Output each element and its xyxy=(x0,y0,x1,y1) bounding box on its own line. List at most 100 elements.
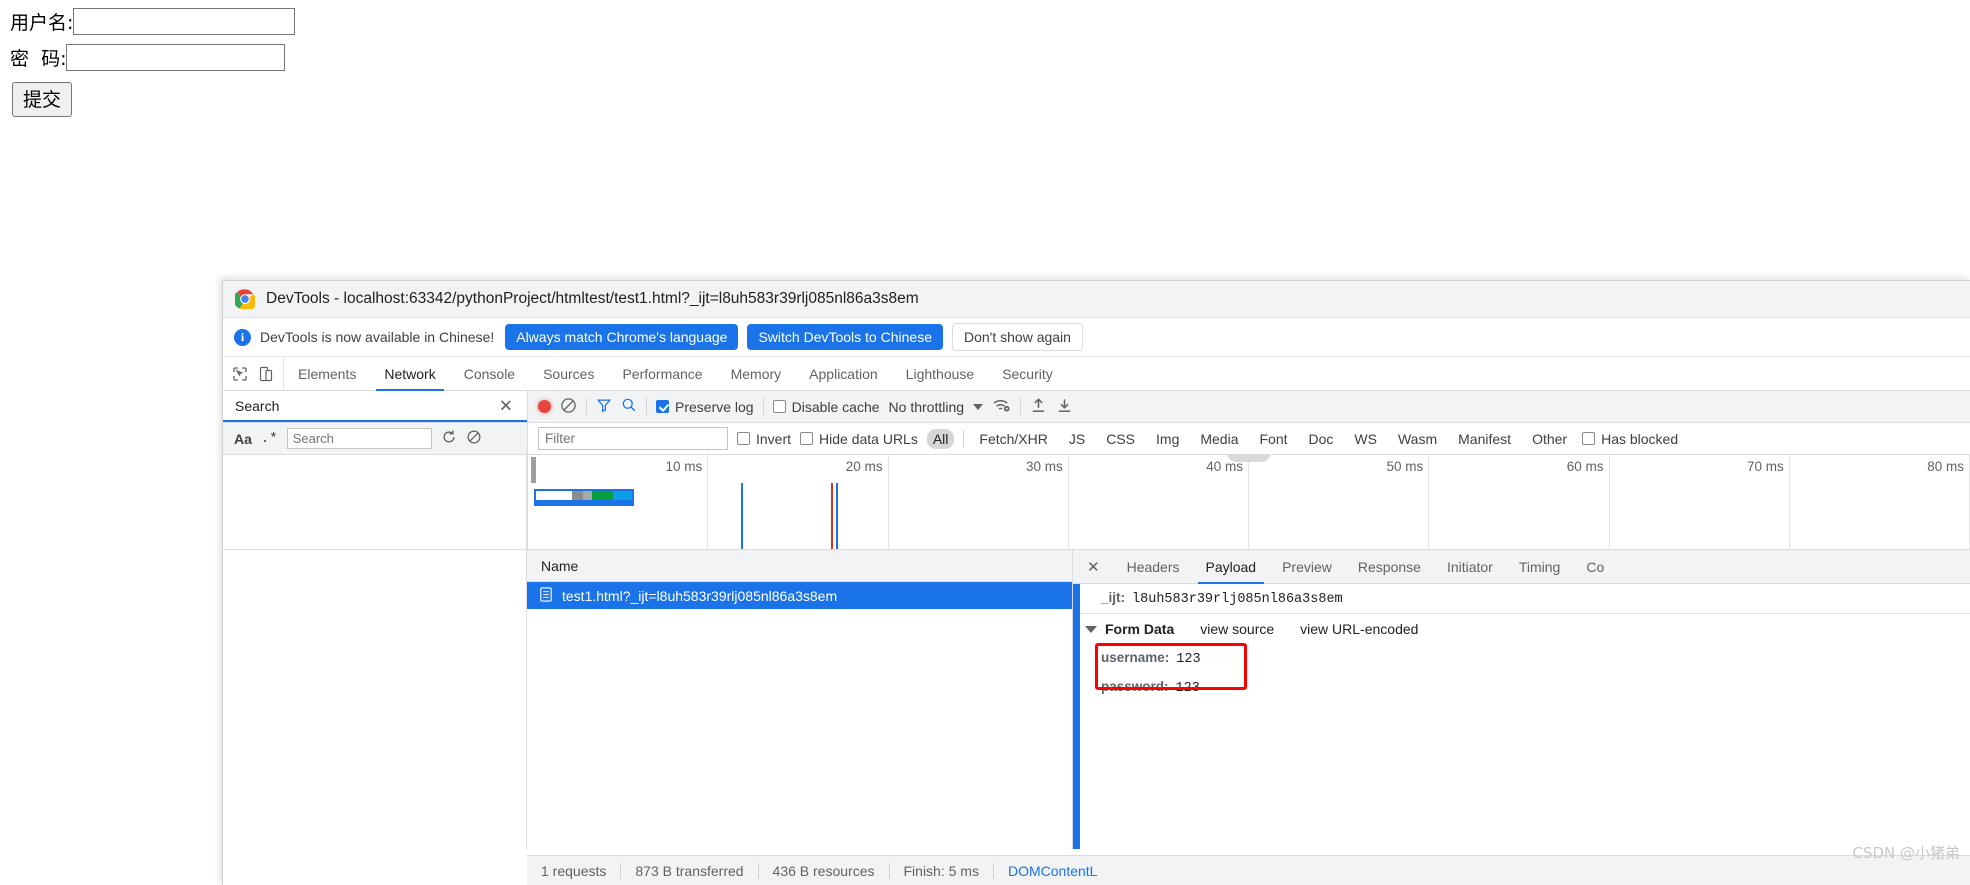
devtools-lower-split: Name test1.html?_ijt=l8uh583r39rlj085nl8… xyxy=(223,549,1970,849)
filter-funnel-icon[interactable] xyxy=(596,397,612,416)
device-toolbar-icon[interactable] xyxy=(258,366,274,382)
submit-button[interactable]: 提交 xyxy=(12,82,73,117)
filter-type-doc[interactable]: Doc xyxy=(1303,429,1340,449)
devtools-window: DevTools - localhost:63342/pythonProject… xyxy=(222,280,1970,885)
throttling-value[interactable]: No throttling xyxy=(889,399,964,415)
tab-lighthouse[interactable]: Lighthouse xyxy=(892,357,989,390)
detail-tab-preview[interactable]: Preview xyxy=(1269,550,1345,583)
filter-type-ws[interactable]: WS xyxy=(1348,429,1383,449)
password-input[interactable] xyxy=(66,44,286,71)
preserve-log-checkbox[interactable]: Preserve log xyxy=(656,399,754,415)
network-conditions-icon[interactable] xyxy=(992,397,1011,417)
network-filter-bar: Invert Hide data URLs All Fetch/XHR JS C… xyxy=(527,423,1970,454)
toolbar-divider xyxy=(762,398,764,415)
filter-type-all[interactable]: All xyxy=(926,428,955,449)
disable-cache-checkbox[interactable]: Disable cache xyxy=(772,399,880,415)
tab-label: Payload xyxy=(1205,558,1257,575)
tick-label: 60 ms xyxy=(1566,459,1604,474)
detail-tab-initiator[interactable]: Initiator xyxy=(1434,550,1506,583)
match-case-icon[interactable]: Aa xyxy=(234,431,252,447)
query-param-row: _ijt: l8uh583r39rlj085nl86a3s8em xyxy=(1073,584,1970,613)
filter-type-wasm[interactable]: Wasm xyxy=(1392,429,1443,449)
refresh-icon[interactable] xyxy=(441,429,457,448)
detail-tab-payload[interactable]: Payload xyxy=(1193,550,1270,584)
password-label: 密 码: xyxy=(10,48,67,70)
search-and-network-toolbar: Search ✕ Preserve log Disable cache No t… xyxy=(223,391,1970,423)
filter-type-fetch-xhr[interactable]: Fetch/XHR xyxy=(973,429,1053,449)
tab-performance[interactable]: Performance xyxy=(608,357,716,390)
csdn-watermark: CSDN @小猪弟 xyxy=(1852,844,1960,862)
tab-sources[interactable]: Sources xyxy=(529,357,608,390)
filter-type-media[interactable]: Media xyxy=(1194,429,1244,449)
detail-tabbar: ✕ Headers Payload Preview Response Initi… xyxy=(1073,550,1970,584)
inspect-element-icon[interactable] xyxy=(232,366,248,382)
filter-type-img[interactable]: Img xyxy=(1150,429,1185,449)
regex-icon[interactable]: .* xyxy=(261,431,278,447)
tab-application[interactable]: Application xyxy=(795,357,892,390)
checkbox-icon xyxy=(656,400,669,413)
username-label: 用户名: xyxy=(10,12,74,34)
tab-network[interactable]: Network xyxy=(370,357,449,391)
overview-scroll-grip[interactable] xyxy=(1227,455,1271,462)
has-blocked-checkbox[interactable]: Has blocked xyxy=(1582,431,1678,447)
screen-root: 用户名: 密 码: 提交 DevTools - localhost:63342/… xyxy=(0,0,1970,885)
tab-memory[interactable]: Memory xyxy=(717,357,796,390)
hide-data-urls-checkbox[interactable]: Hide data URLs xyxy=(800,431,918,447)
overview-tick-grid: 10 ms 20 ms 30 ms 40 ms 50 ms 60 ms 70 m… xyxy=(528,455,1970,549)
filter-type-other[interactable]: Other xyxy=(1526,429,1573,449)
invert-checkbox[interactable]: Invert xyxy=(737,431,791,447)
import-har-icon[interactable] xyxy=(1030,397,1047,417)
tab-elements[interactable]: Elements xyxy=(284,357,370,390)
overview-tick: 40 ms xyxy=(1069,455,1249,549)
search-icon[interactable] xyxy=(621,397,637,416)
dont-show-again-button[interactable]: Don't show again xyxy=(951,323,1083,351)
form-data-section-header[interactable]: Form Data view source view URL-encoded xyxy=(1073,613,1970,644)
close-icon[interactable]: ✕ xyxy=(499,397,513,414)
username-input[interactable] xyxy=(73,8,296,35)
switch-to-chinese-button[interactable]: Switch DevTools to Chinese xyxy=(747,324,943,350)
overview-tick: 80 ms xyxy=(1790,455,1970,549)
overview-tick: 50 ms xyxy=(1249,455,1430,549)
detail-tab-timing[interactable]: Timing xyxy=(1506,550,1574,583)
tick-label: 80 ms xyxy=(1927,459,1964,474)
always-match-language-button[interactable]: Always match Chrome's language xyxy=(505,324,739,350)
filter-type-manifest[interactable]: Manifest xyxy=(1452,429,1517,449)
chevron-down-icon[interactable] xyxy=(1085,625,1097,633)
view-source-link[interactable]: view source xyxy=(1200,621,1274,637)
tab-label: Application xyxy=(809,365,878,382)
form-data-title: Form Data xyxy=(1105,621,1175,637)
filter-type-font[interactable]: Font xyxy=(1254,429,1294,449)
overview-tick: 60 ms xyxy=(1429,455,1610,549)
network-status-bar: 1 requests 873 B transferred 436 B resou… xyxy=(527,855,1970,885)
clear-search-icon[interactable] xyxy=(466,429,482,448)
table-row[interactable]: test1.html?_ijt=l8uh583r39rlj085nl86a3s8… xyxy=(527,582,1072,609)
query-param-key: _ijt: xyxy=(1101,590,1126,605)
detail-tab-response[interactable]: Response xyxy=(1345,550,1434,583)
filter-type-css[interactable]: CSS xyxy=(1100,429,1141,449)
detail-tab-headers[interactable]: Headers xyxy=(1114,550,1193,583)
tab-console[interactable]: Console xyxy=(450,357,529,390)
overview-left-handle[interactable] xyxy=(531,457,536,483)
filter-input[interactable] xyxy=(538,427,728,450)
chevron-down-icon[interactable] xyxy=(973,403,984,410)
detail-tab-cookies[interactable]: Co xyxy=(1573,550,1617,583)
requests-column-header[interactable]: Name xyxy=(527,549,1072,582)
clear-icon[interactable] xyxy=(560,397,577,417)
preserve-log-label: Preserve log xyxy=(675,398,754,415)
export-har-icon[interactable] xyxy=(1056,397,1073,417)
tab-label: Elements xyxy=(298,365,357,382)
view-url-encoded-link[interactable]: view URL-encoded xyxy=(1300,621,1418,637)
filter-type-js[interactable]: JS xyxy=(1063,429,1091,449)
overview-timeline[interactable]: 10 ms 20 ms 30 ms 40 ms 50 ms 60 ms 70 m… xyxy=(527,455,1970,549)
record-icon[interactable] xyxy=(538,400,551,413)
tab-security[interactable]: Security xyxy=(988,357,1067,390)
search-input[interactable] xyxy=(286,428,432,449)
tab-label: Network xyxy=(384,365,436,382)
checkbox-icon xyxy=(772,400,786,413)
waterfall-segments xyxy=(536,491,632,500)
request-name: test1.html?_ijt=l8uh583r39rlj085nl86a3s8… xyxy=(562,587,838,604)
network-overview: 10 ms 20 ms 30 ms 40 ms 50 ms 60 ms 70 m… xyxy=(223,455,1970,549)
close-icon[interactable]: ✕ xyxy=(1073,550,1114,583)
overview-waterfall-bar xyxy=(534,489,634,506)
tab-label: Headers xyxy=(1126,558,1180,575)
